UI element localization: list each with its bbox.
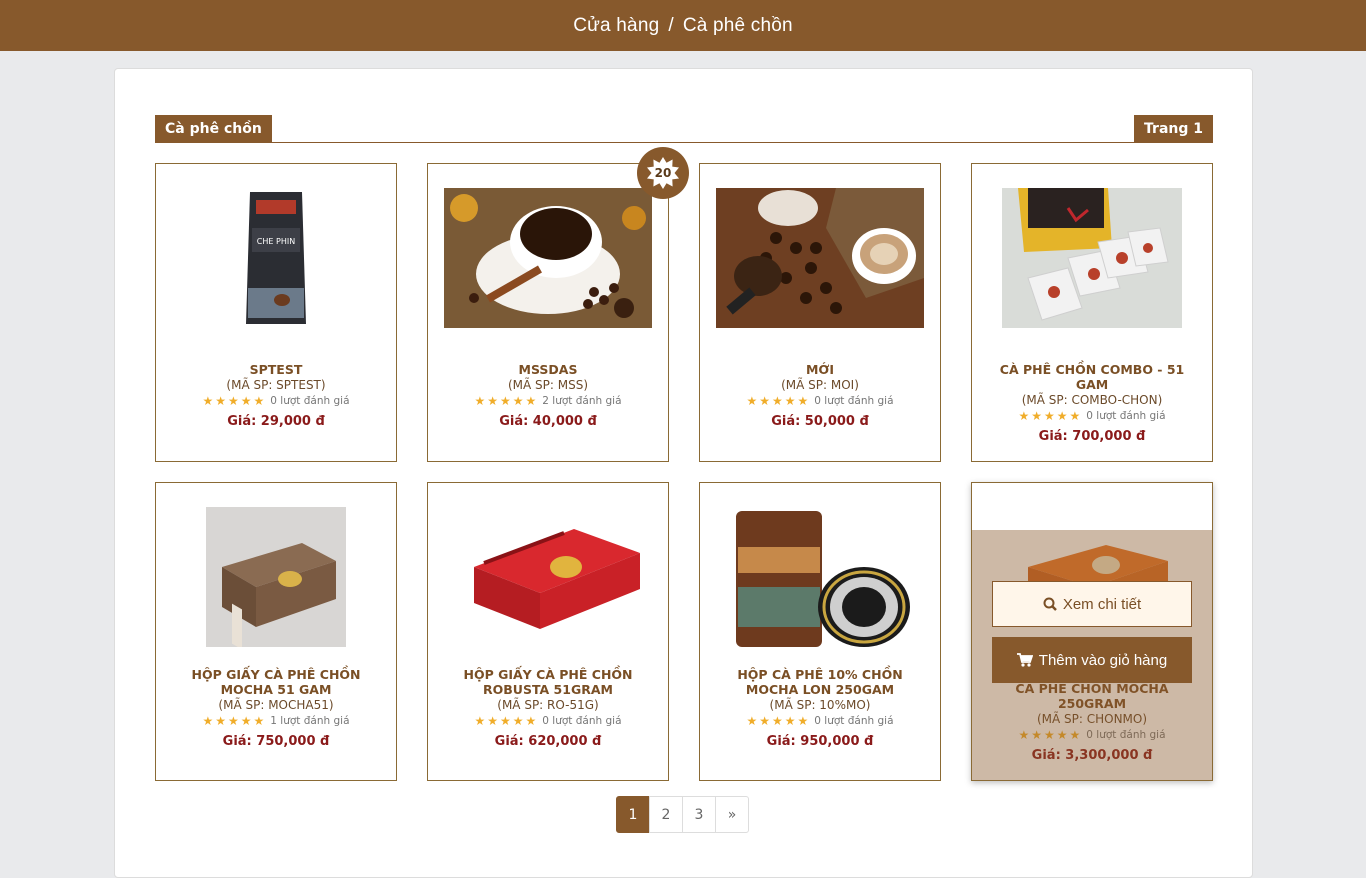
gift-box-image[interactable] [988, 188, 1196, 328]
top-bar: Cửa hàng / Cà phê chồn [0, 0, 1366, 51]
rating: ★★★★★ 0 lượt đánh giá [428, 713, 668, 729]
breadcrumb: Cửa hàng / Cà phê chồn [573, 15, 793, 37]
breadcrumb-separator: / [668, 14, 674, 36]
product-name[interactable]: SPTEST [156, 362, 396, 377]
view-detail-button[interactable]: Xem chi tiết [992, 581, 1192, 627]
product-name[interactable]: CÀ PHÊ CHỒN COMBO - 51 GAM [972, 362, 1212, 392]
breadcrumb-home[interactable]: Cửa hàng [573, 15, 659, 36]
rating-count: 0 lượt đánh giá [270, 395, 350, 407]
product-name[interactable]: MSSDAS [428, 362, 668, 377]
product-card[interactable]: HỘP GIẤY CÀ PHÊ CHỒN MOCHA 51 GAM (MÃ SP… [155, 482, 397, 781]
product-name[interactable]: MỚI [700, 362, 940, 377]
page-indicator: Trang 1 [1134, 115, 1213, 143]
product-price: Giá: 700,000 đ [1038, 429, 1146, 444]
product-price: Giá: 29,000 đ [227, 414, 325, 429]
rating-count: 0 lượt đánh giá [1086, 410, 1166, 422]
red-box-image[interactable] [444, 507, 652, 647]
next-page-button[interactable]: » [715, 796, 749, 833]
rating-count: 0 lượt đánh giá [814, 395, 894, 407]
star-icons: ★★★★★ [1018, 409, 1083, 423]
add-to-cart-button[interactable]: Thêm vào giỏ hàng [992, 637, 1192, 683]
product-name[interactable]: HỘP GIẤY CÀ PHÊ CHỒN MOCHA 51 GAM [156, 667, 396, 697]
product-name[interactable]: HỘP GIẤY CÀ PHÊ CHỒN ROBUSTA 51GRAM [428, 667, 668, 697]
coffee-bag-image[interactable]: CHE PHIN [172, 188, 380, 328]
product-panel: Cà phê chồn Trang 1 CHE PHIN SPTEST (MÃ … [114, 68, 1253, 878]
product-code: (MÃ SP: 10%MO) [769, 698, 871, 712]
rating: ★★★★★ 1 lượt đánh giá [156, 713, 396, 729]
star-icons: ★★★★★ [202, 714, 267, 728]
discount-badge: 20 [637, 147, 689, 199]
view-detail-label: Xem chi tiết [1062, 595, 1142, 613]
product-card[interactable]: MSSDAS (MÃ SP: MSS) ★★★★★ 2 lượt đánh giá… [427, 163, 669, 462]
add-to-cart-label: Thêm vào giỏ hàng [1038, 651, 1168, 669]
product-code: (MÃ SP: MSS) [507, 378, 589, 392]
category-title: Cà phê chồn [155, 115, 272, 143]
rating-count: 0 lượt đánh giá [542, 715, 622, 727]
star-icons: ★★★★★ [746, 714, 811, 728]
search-icon [1043, 597, 1057, 611]
rating: ★★★★★ 0 lượt đánh giá [700, 713, 940, 729]
product-price: Giá: 50,000 đ [771, 414, 869, 429]
cart-icon [1016, 653, 1033, 667]
star-icons: ★★★★★ [474, 714, 539, 728]
brown-box-image[interactable] [172, 507, 380, 647]
rating-count: 0 lượt đánh giá [814, 715, 894, 727]
rating: ★★★★★ 2 lượt đánh giá [428, 393, 668, 409]
product-price: Giá: 40,000 đ [499, 414, 597, 429]
section-header: Cà phê chồn Trang 1 [155, 115, 1213, 143]
coffee-beans-image[interactable] [716, 188, 924, 328]
product-code: (MÃ SP: MOCHA51) [218, 698, 334, 712]
breadcrumb-current: Cà phê chồn [682, 14, 793, 36]
product-card[interactable]: CHE PHIN SPTEST (MÃ SP: SPTEST) ★★★★★ 0 l… [155, 163, 397, 462]
product-price: Giá: 620,000 đ [494, 734, 602, 749]
product-price: Giá: 950,000 đ [766, 734, 874, 749]
product-card[interactable]: HỘP CÀ PHÊ 10% CHỒN MOCHA LON 250GAM (MÃ… [699, 482, 941, 781]
product-card[interactable]: CÀ PHÊ CHỒN MOCHA 250GRAM (MÃ SP: CHONMO… [971, 482, 1213, 781]
product-card[interactable]: MỚI (MÃ SP: MOI) ★★★★★ 0 lượt đánh giá Gi… [699, 163, 941, 462]
product-code: (MÃ SP: MOI) [781, 378, 859, 392]
rating: ★★★★★ 0 lượt đánh giá [972, 408, 1212, 424]
rating-count: 1 lượt đánh giá [270, 715, 350, 727]
product-code: (MÃ SP: COMBO-CHON) [1021, 393, 1163, 407]
product-price: Giá: 750,000 đ [222, 734, 330, 749]
product-card[interactable]: CÀ PHÊ CHỒN COMBO - 51 GAM (MÃ SP: COMBO… [971, 163, 1213, 462]
svg-text:CHE PHIN: CHE PHIN [257, 237, 295, 246]
star-icons: ★★★★★ [474, 394, 539, 408]
product-name[interactable]: HỘP CÀ PHÊ 10% CHỒN MOCHA LON 250GAM [700, 667, 940, 697]
rating: ★★★★★ 0 lượt đánh giá [700, 393, 940, 409]
star-icons: ★★★★★ [202, 394, 267, 408]
product-code: (MÃ SP: RO-51G) [497, 698, 599, 712]
page-2-button[interactable]: 2 [649, 796, 683, 833]
star-icons: ★★★★★ [746, 394, 811, 408]
product-card[interactable]: HỘP GIẤY CÀ PHÊ CHỒN ROBUSTA 51GRAM (MÃ … [427, 482, 669, 781]
product-code: (MÃ SP: SPTEST) [226, 378, 326, 392]
pagination: 1 2 3 » [616, 796, 749, 833]
page-3-button[interactable]: 3 [682, 796, 716, 833]
rating: ★★★★★ 0 lượt đánh giá [156, 393, 396, 409]
badge-value: 20 [647, 157, 679, 189]
page-1-button[interactable]: 1 [616, 796, 650, 833]
coffee-cup-image[interactable] [444, 188, 652, 328]
rating-count: 2 lượt đánh giá [542, 395, 622, 407]
coffee-can-image[interactable] [716, 507, 924, 647]
